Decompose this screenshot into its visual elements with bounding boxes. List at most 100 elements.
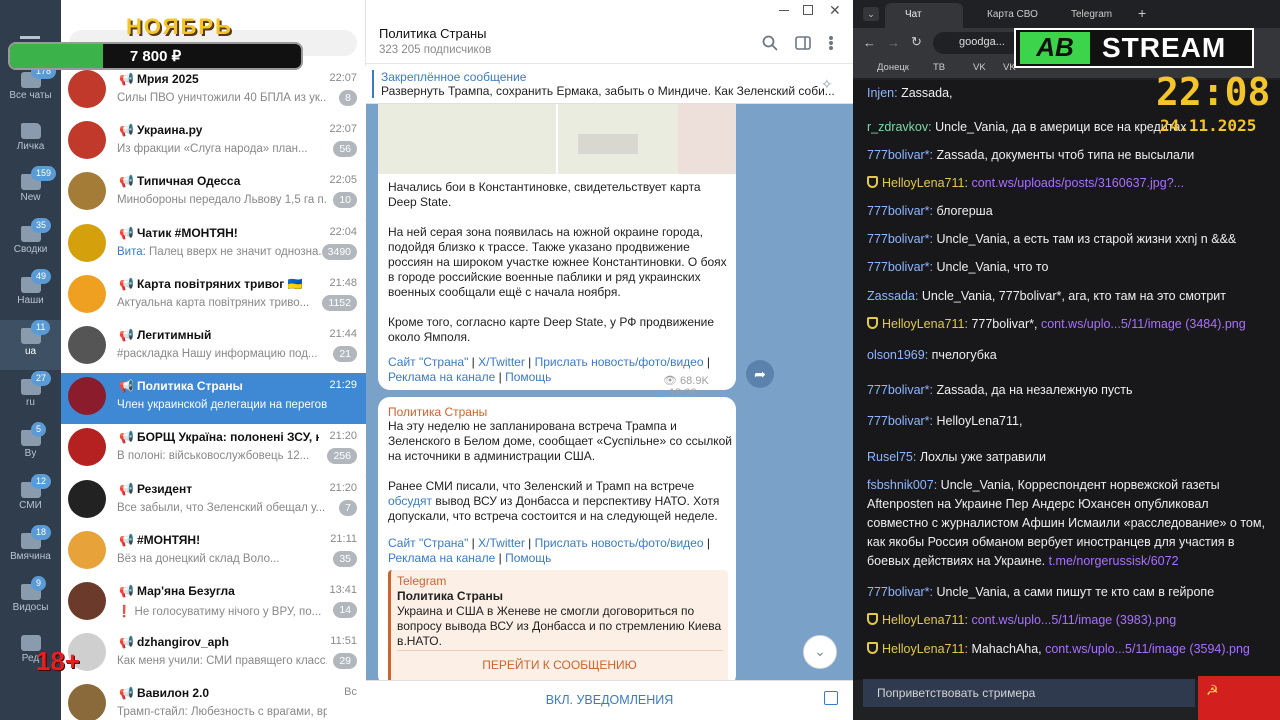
bottom-bar: ВКЛ. УВЕДОМЛЕНИЯ (366, 680, 853, 720)
unread-count: 21 (333, 346, 357, 362)
tab-map[interactable]: Карта СВО (967, 3, 1047, 28)
folder-8[interactable]: 12 СМИ (0, 474, 61, 524)
chat-row[interactable]: 📢 Резидент 21:20 Все забыли, что Зеленский … (61, 475, 366, 527)
chat-username[interactable]: 777bolivar*: (867, 383, 933, 397)
site-link[interactable]: Сайт "Страна" (388, 536, 468, 550)
tab-chat[interactable]: Чат (885, 3, 963, 28)
send-news-link[interactable]: Прислать новость/фото/видео (535, 536, 704, 550)
pinned-message[interactable]: Закреплённое сообщение Развернуть Трампа… (366, 64, 853, 104)
go-to-message-button[interactable]: ПЕРЕЙТИ К СООБЩЕНИЮ (391, 658, 728, 672)
chat-row[interactable]: 📢БОРЩ Україна: полонені ЗСУ, нови... 21:2… (61, 424, 366, 476)
chat-row[interactable]: 📢 Украина.ру 22:07 Из фракции «Слуга народа… (61, 117, 366, 169)
chat-preview: Трамп-стайл: Любезность с врагами, вражд… (117, 706, 327, 719)
channel-icon: 📢 (119, 481, 134, 496)
ads-link[interactable]: Реклама на канале (388, 551, 495, 565)
chat-username[interactable]: 777bolivar*: (867, 232, 933, 246)
chat-username[interactable]: Zassada: (867, 289, 918, 303)
minimize-icon[interactable] (779, 10, 789, 11)
help-link[interactable]: Помощь (505, 370, 551, 384)
discuss-link[interactable]: обсудят (388, 494, 432, 508)
chat-username[interactable]: olson1969: (867, 348, 928, 362)
sidebar-toggle-icon[interactable] (795, 35, 811, 51)
back-icon[interactable]: ← (863, 35, 876, 50)
channel-title[interactable]: Политика Страны (379, 26, 487, 41)
forward-icon[interactable]: → (887, 35, 900, 50)
twitter-link[interactable]: X/Twitter (478, 536, 525, 550)
folder-7[interactable]: 5 By (0, 422, 61, 472)
unread-count: 56 (333, 141, 357, 158)
map-image[interactable] (378, 104, 736, 174)
chat-username[interactable]: 777bolivar*: (867, 204, 933, 218)
scroll-down-button[interactable]: ⌄ (803, 635, 837, 669)
forward-button[interactable]: ➦ (746, 360, 774, 388)
chat-row[interactable]: 📢 Карта повітряних тривог 🇺🇦 21:48 Актуальн… (61, 270, 366, 322)
chat-username[interactable]: 777bolivar*: (867, 260, 933, 274)
folder-label: ru (26, 397, 35, 408)
channel-icon: 📢 (119, 686, 134, 701)
chat-username[interactable]: HelloyLena711: (882, 317, 968, 331)
greet-streamer-button[interactable]: Поприветствовать стримера (863, 679, 1195, 707)
chat-row[interactable]: 📢 Вавилон 2.0 Вс Трамп-стайл: Любезность с … (61, 680, 366, 720)
search-icon[interactable] (762, 35, 778, 51)
ads-link[interactable]: Реклама на канале (388, 370, 495, 384)
help-link[interactable]: Помощь (505, 551, 551, 565)
more-icon[interactable] (829, 36, 833, 40)
reload-icon[interactable]: ↻ (911, 34, 922, 50)
chat-link[interactable]: cont.ws/uplo...5/11/image (3594).png (1045, 642, 1250, 656)
site-link[interactable]: Сайт "Страна" (388, 355, 468, 369)
chat-username[interactable]: fsbshnik007: (867, 478, 937, 492)
message-author[interactable]: Политика Страны (388, 405, 487, 419)
chat-row[interactable]: 📢 Типичная Одесса 22:05 Минобороны передало… (61, 168, 366, 220)
chat-link[interactable]: cont.ws/uplo...5/11/image (3983).png (971, 613, 1176, 627)
chat-username[interactable]: Rusel75: (867, 450, 916, 464)
chat-link[interactable]: t.me/norgerussisk/6072 (1049, 554, 1179, 568)
folder-3[interactable]: 35 Сводки (0, 218, 61, 268)
close-icon[interactable]: ✕ (829, 2, 841, 19)
chat-row[interactable]: 📢 dzhangirov_aph 11:51 Как меня учили: СМИ … (61, 629, 366, 681)
bookmark[interactable]: VK (973, 62, 986, 73)
chat-name: #МОНТЯН! (136, 532, 201, 547)
pinned-title: Закреплённое сообщение (381, 70, 527, 84)
bookmark[interactable]: Донецк (877, 62, 909, 73)
send-news-link[interactable]: Прислать новость/фото/видео (535, 355, 704, 369)
notify-button[interactable]: ВКЛ. УВЕДОМЛЕНИЯ (366, 693, 853, 707)
gift-icon[interactable] (824, 691, 838, 705)
message-paragraph: Кроме того, согласно карте Deep State, у… (388, 315, 715, 344)
tab-search-icon[interactable]: ⌄ (863, 7, 879, 21)
link-preview[interactable]: Telegram Политика Страны Украина и США в… (388, 570, 728, 685)
chat-row[interactable]: 📢 Чатик #МОНТЯН! 22:04 Вита: Палец вверх не… (61, 219, 366, 271)
tab-telegram[interactable]: Telegram (1051, 3, 1131, 28)
chat-username[interactable]: HelloyLena711: (882, 642, 968, 656)
folder-4[interactable]: 49 Наши (0, 269, 61, 319)
chat-username[interactable]: r_zdravkov: (867, 120, 932, 134)
folder-badge: 49 (31, 269, 52, 284)
twitter-link[interactable]: X/Twitter (478, 355, 525, 369)
chat-avatar (68, 121, 106, 160)
pin-list-icon[interactable]: ✧ (821, 76, 833, 93)
chat-username[interactable]: Injen: (867, 86, 898, 100)
chat-preview: Все забыли, что Зеленский обещал у... (117, 501, 326, 514)
folder-10[interactable]: 9 Видосы (0, 576, 61, 626)
folder-6[interactable]: 27 ru (0, 371, 61, 421)
chat-username[interactable]: HelloyLena711: (882, 176, 968, 190)
chat-username[interactable]: HelloyLena711: (882, 613, 968, 627)
unread-count: 29 (333, 653, 357, 670)
folder-5[interactable]: 11 ua (0, 320, 61, 370)
new-tab-icon[interactable]: + (1138, 5, 1146, 21)
chat-row[interactable]: 📢 Мрия 2025 22:07 Силы ПВО уничтожили 40 БП… (61, 66, 366, 117)
folder-label: ua (24, 346, 37, 357)
chat-link[interactable]: cont.ws/uploads/posts/3160637.jpg?... (971, 176, 1184, 190)
chat-link[interactable]: cont.ws/uplo...5/11/image (3484).png (1041, 317, 1246, 331)
chat-row[interactable]: 📢 Легитимный 21:44 #раскладка Нашу информац… (61, 322, 366, 373)
bookmark[interactable]: ТВ (933, 62, 945, 73)
folder-1[interactable]: Личка (0, 115, 61, 165)
chat-row[interactable]: 📢 #МОНТЯН! 21:11 Вёз на донецкий склад Воло… (61, 526, 366, 578)
chat-username[interactable]: 777bolivar*: (867, 585, 933, 599)
folder-9[interactable]: 18 Вмячина (0, 525, 61, 575)
folder-2[interactable]: 159 New (0, 166, 61, 216)
chat-username[interactable]: 777bolivar*: (867, 148, 933, 162)
chat-row[interactable]: 📢 Мар'яна Безугла 13:41 ❗ Не голосуватиму н… (61, 578, 366, 629)
chat-row[interactable]: 📢 Политика Страны 21:29 Член украинской дел… (61, 373, 366, 425)
chat-username[interactable]: 777bolivar*: (867, 414, 933, 428)
maximize-icon[interactable] (803, 5, 813, 15)
